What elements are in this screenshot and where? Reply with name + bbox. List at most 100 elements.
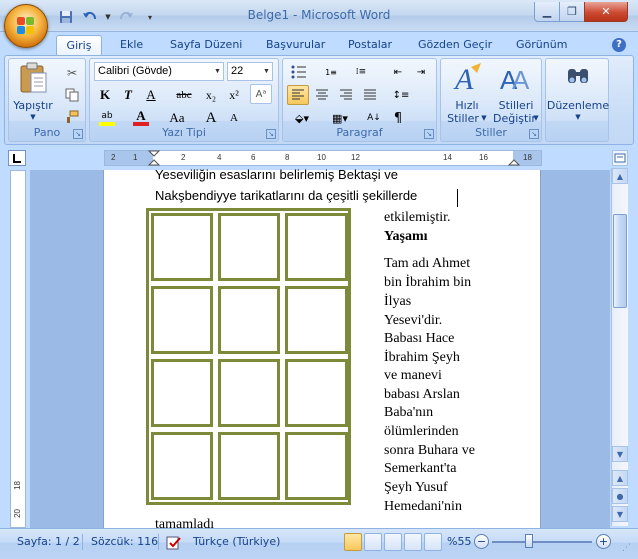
paragraph-launcher-icon[interactable]: ↘ — [424, 129, 434, 139]
grow-font-button[interactable]: A — [200, 108, 222, 128]
minimize-button[interactable]: ▁ — [534, 2, 560, 22]
superscript-button[interactable]: x² — [223, 85, 245, 105]
tab-selector-icon[interactable] — [8, 150, 26, 166]
next-page-icon[interactable]: ▼ — [612, 506, 628, 522]
close-button[interactable]: ✕ — [584, 2, 628, 22]
pano-launcher-icon[interactable]: ↘ — [73, 129, 83, 139]
clear-formatting-icon[interactable]: Aᵃ — [250, 84, 272, 104]
table-cell[interactable] — [218, 432, 280, 500]
status-bar: Sayfa: 1 / 2 Sözcük: 116 Türkçe (Türkiye… — [0, 528, 638, 559]
word-count[interactable]: Sözcük: 116 — [88, 533, 161, 551]
scroll-up-icon[interactable]: ▲ — [612, 168, 628, 184]
italic-button[interactable]: T — [117, 85, 139, 105]
tab-gorunum[interactable]: Görünüm — [510, 35, 573, 56]
draft-view-icon[interactable] — [424, 533, 442, 551]
ruler-tick: 12 — [351, 153, 360, 162]
strikethrough-button[interactable]: abc — [170, 85, 198, 105]
web-layout-icon[interactable] — [384, 533, 402, 551]
show-formatting-icon[interactable]: ¶ — [387, 108, 409, 128]
tab-gozden-gecir[interactable]: Gözden Geçir — [412, 35, 498, 56]
zoom-level[interactable]: %55 — [444, 533, 474, 551]
subscript-button[interactable]: x₂ — [200, 85, 222, 105]
restore-button[interactable]: ❐ — [559, 2, 585, 22]
tab-giris[interactable]: Giriş — [56, 35, 102, 56]
shrink-font-button[interactable]: A — [223, 108, 245, 128]
numbering-icon[interactable]: 1≡ — [317, 62, 345, 82]
sort-icon[interactable]: A↓ — [363, 108, 385, 128]
table-cell[interactable] — [218, 213, 280, 281]
align-right-button[interactable] — [335, 85, 357, 105]
copy-icon[interactable] — [61, 85, 83, 105]
underline-button[interactable]: A — [140, 85, 162, 105]
font-name-combo[interactable]: Calibri (Gövde) ▼ — [94, 62, 224, 81]
decrease-indent-icon[interactable]: ⇤ — [387, 62, 409, 82]
tab-basvurular[interactable]: Başvurular — [260, 35, 331, 56]
previous-page-icon[interactable]: ▲ — [612, 470, 628, 486]
table-cell[interactable] — [285, 213, 348, 281]
table-cell[interactable] — [285, 286, 348, 354]
bullets-icon[interactable] — [287, 62, 315, 82]
table-cell[interactable] — [218, 359, 280, 427]
vertical-scrollbar[interactable]: ▲ ▼ ▲ ● ▼ — [611, 168, 628, 526]
group-label-yazi-tipi: Yazı Tipi — [162, 126, 206, 139]
font-launcher-icon[interactable]: ↘ — [266, 129, 276, 139]
group-yazi-tipi: Calibri (Gövde) ▼ 22 ▼ K T A abc x₂ x² A… — [89, 58, 279, 142]
full-screen-reading-icon[interactable] — [364, 533, 382, 551]
justify-button[interactable] — [359, 85, 381, 105]
align-left-icon — [292, 89, 304, 100]
tab-postalar[interactable]: Postalar — [342, 35, 398, 56]
right-indent-icon[interactable] — [508, 156, 520, 166]
format-painter-icon[interactable] — [61, 107, 83, 127]
browse-object-icon[interactable]: ● — [612, 488, 628, 504]
office-button[interactable] — [4, 4, 48, 48]
align-center-button[interactable] — [311, 85, 333, 105]
scroll-thumb[interactable] — [613, 214, 627, 308]
ruler-tick: 6 — [251, 153, 256, 162]
tab-ekle[interactable]: Ekle — [114, 35, 149, 56]
page-count[interactable]: Sayfa: 1 / 2 — [14, 533, 83, 551]
language[interactable]: Türkçe (Türkiye) — [190, 533, 283, 551]
side-text-line: ölümlerinden — [384, 424, 459, 439]
paste-button[interactable]: Yapıştır ▼ — [13, 61, 53, 121]
view-ruler-icon[interactable] — [612, 150, 628, 166]
font-size-combo[interactable]: 22 ▼ — [227, 62, 273, 81]
vertical-ruler[interactable]: 18 20 — [10, 170, 26, 528]
zoom-slider-thumb[interactable] — [525, 534, 534, 548]
highlight-button[interactable]: ab — [94, 108, 120, 128]
table-cell[interactable] — [151, 432, 213, 500]
shading-icon[interactable]: ⬙▾ — [287, 108, 317, 128]
zoom-out-icon[interactable]: − — [474, 534, 489, 549]
borders-icon[interactable]: ▦▾ — [325, 108, 355, 128]
multilevel-list-icon[interactable]: ⁞≡ — [347, 62, 375, 82]
tab-sayfa-duzeni[interactable]: Sayfa Düzeni — [164, 35, 248, 56]
zoom-in-icon[interactable]: + — [596, 534, 611, 549]
document-table[interactable] — [146, 208, 351, 505]
proofing-icon[interactable] — [166, 536, 182, 550]
change-styles-button[interactable]: A A Stilleri Değiştir ▼ — [493, 61, 539, 125]
table-cell[interactable] — [285, 432, 348, 500]
ruler-tick: 18 — [13, 481, 22, 490]
group-duzenleme[interactable]: Düzenleme ▼ — [545, 58, 609, 142]
table-cell[interactable] — [151, 286, 213, 354]
quick-styles-button[interactable]: A Hızlı Stiller ▼ — [445, 61, 489, 125]
increase-indent-icon[interactable]: ⇥ — [410, 62, 432, 82]
indent-marker-icon[interactable] — [148, 150, 160, 166]
print-layout-view-icon[interactable] — [344, 533, 362, 551]
table-cell[interactable] — [151, 213, 213, 281]
table-cell[interactable] — [151, 359, 213, 427]
styles-launcher-icon[interactable]: ↘ — [529, 129, 539, 139]
outline-view-icon[interactable] — [404, 533, 422, 551]
table-cell[interactable] — [218, 286, 280, 354]
align-left-button[interactable] — [287, 85, 309, 105]
horizontal-ruler[interactable]: 2 1 2 4 6 8 10 12 14 16 18 — [104, 150, 542, 166]
cut-icon[interactable]: ✂ — [61, 63, 83, 83]
font-color-button[interactable]: A — [130, 108, 152, 128]
help-icon[interactable]: ? — [612, 38, 626, 52]
zoom-slider-track[interactable] — [492, 541, 592, 543]
change-case-button[interactable]: Aa — [164, 108, 190, 128]
table-cell[interactable] — [285, 359, 348, 427]
bold-button[interactable]: K — [94, 85, 116, 105]
resize-grip-icon[interactable]: ⋰ — [622, 543, 634, 555]
line-spacing-icon[interactable]: ↕≡ — [387, 85, 415, 105]
scroll-down-icon[interactable]: ▼ — [612, 446, 628, 462]
